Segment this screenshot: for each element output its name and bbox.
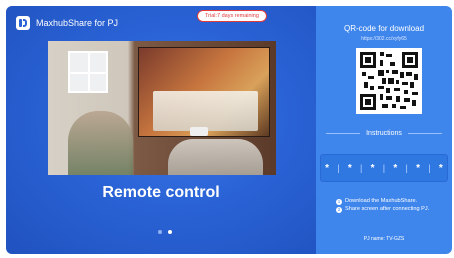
pin-char: * <box>393 162 398 174</box>
carousel-caption: Remote control <box>102 184 220 201</box>
pin-char: * <box>416 162 421 174</box>
pin-code: * | * | * | * | * | * <box>320 154 448 182</box>
carousel-dot-1[interactable] <box>158 230 162 234</box>
step-number-1-icon: 1 <box>336 198 342 205</box>
instruction-step: 2 Share screen after connecting PJ. <box>336 206 430 213</box>
pin-char: * <box>347 162 352 174</box>
maxhub-logo-icon <box>16 16 30 30</box>
carousel-image <box>48 41 276 175</box>
app-title: MaxhubShare for PJ <box>36 18 119 28</box>
carousel-panel: MaxhubShare for PJ Trial:7 days remainin… <box>6 6 316 254</box>
qr-code <box>356 48 422 114</box>
brand: MaxhubShare for PJ <box>16 16 118 30</box>
app-window: MaxhubShare for PJ Trial:7 days remainin… <box>6 6 452 254</box>
pin-char: * <box>438 162 443 174</box>
download-panel: QR-code for download https://302.cc/xyfy… <box>316 6 452 254</box>
pin-char: * <box>325 162 330 174</box>
instructions-title: Instructions <box>366 130 402 137</box>
pj-name: PJ name: TV-GZS <box>363 236 405 242</box>
trial-badge: Trial:7 days remaining <box>197 10 267 22</box>
qr-title: QR-code for download <box>343 24 425 33</box>
carousel-dot-2[interactable] <box>168 230 172 234</box>
carousel-pagination[interactable] <box>158 230 172 234</box>
instructions-divider: Instructions <box>326 130 443 137</box>
instruction-step: 1 Download the MaxhubShare. <box>336 198 418 205</box>
download-url: https://302.cc/xyfy65 <box>361 36 407 42</box>
instruction-steps: 1 Download the MaxhubShare. 2 Share scre… <box>336 198 446 214</box>
pin-char: * <box>370 162 375 174</box>
step-number-2-icon: 2 <box>336 206 342 213</box>
